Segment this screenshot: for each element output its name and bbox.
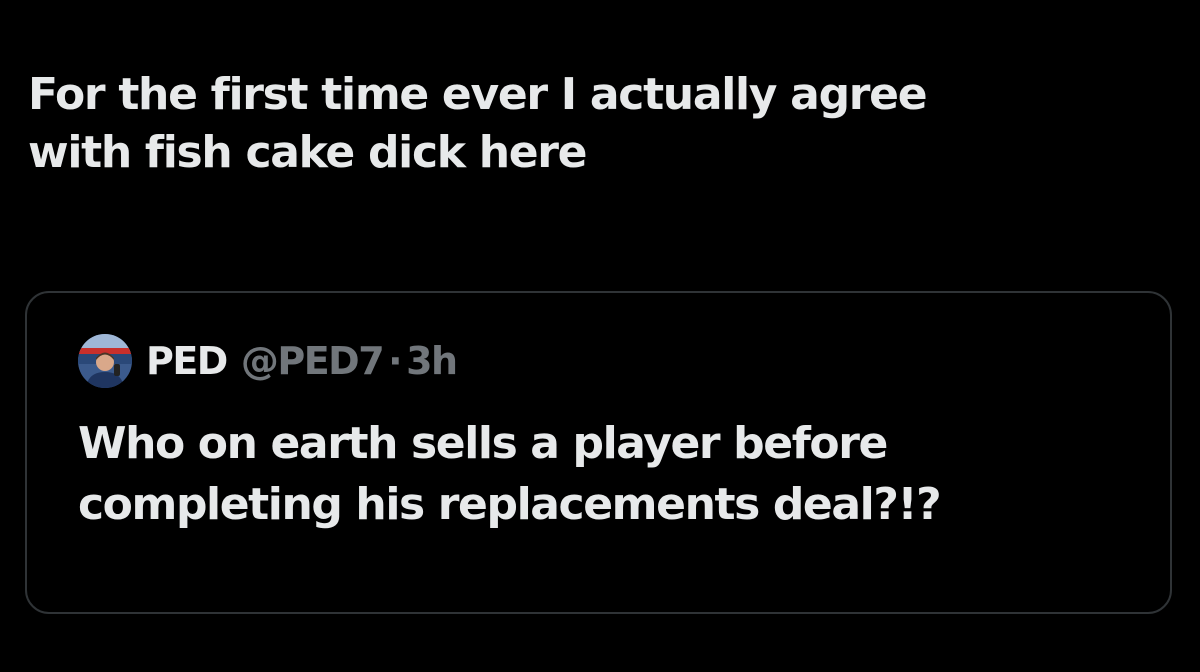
timestamp[interactable]: 3h [406, 339, 458, 383]
display-name[interactable]: PED [146, 339, 228, 383]
dot-separator: · [388, 339, 402, 383]
avatar[interactable] [78, 334, 132, 388]
quoted-tweet-card[interactable]: PED @PED7 · 3h Who on earth sells a play… [25, 291, 1172, 614]
tweet-text: For the first time ever I actually agree… [28, 69, 928, 178]
user-handle[interactable]: @PED7 [241, 339, 385, 383]
quoted-tweet-text: Who on earth sells a player before compl… [78, 418, 942, 530]
profile-photo-icon [78, 334, 132, 388]
quoted-tweet-header: PED @PED7 · 3h [78, 331, 458, 391]
